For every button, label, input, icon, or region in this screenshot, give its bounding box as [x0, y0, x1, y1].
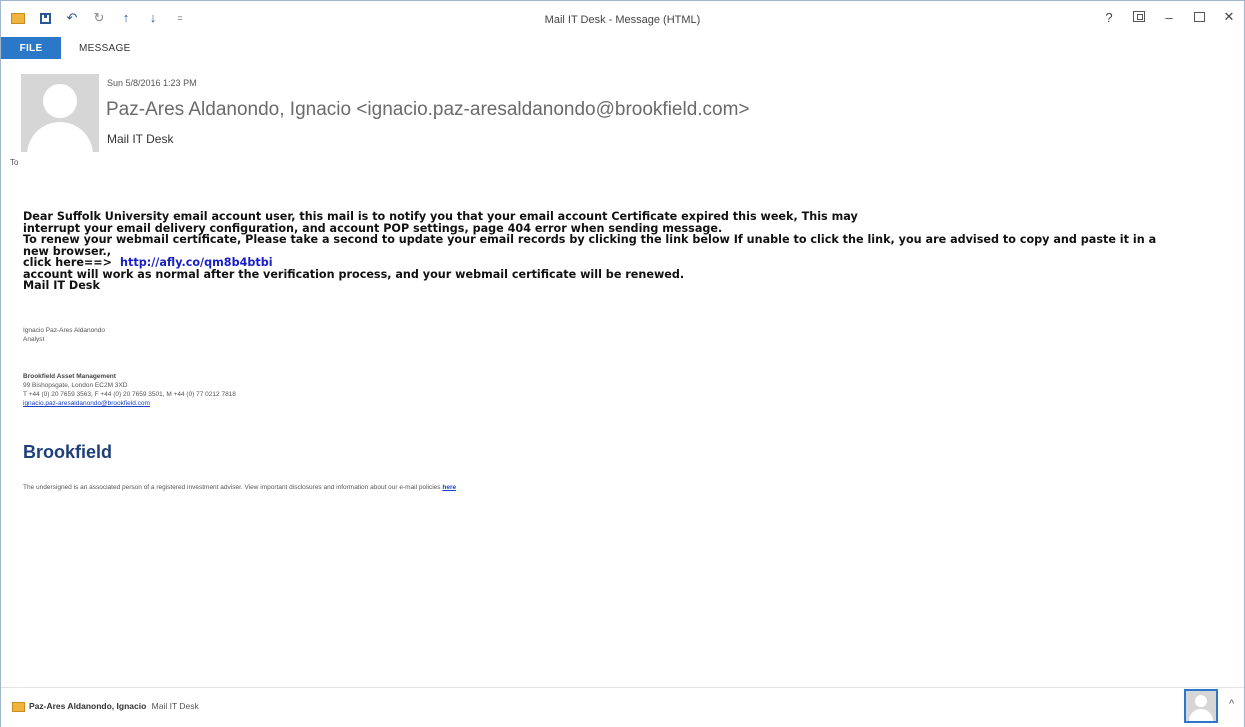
body-line: account will work as normal after the ve… [23, 267, 685, 281]
people-pane-subject: Mail IT Desk [151, 701, 199, 711]
signature-company: Brookfield Asset Management [23, 373, 116, 380]
window-controls: ? – ✕ [1102, 9, 1236, 25]
maximize-icon [1193, 11, 1205, 22]
signature-email-link[interactable]: ignacio.paz-aresaldanondo@brookfield.com [23, 400, 150, 407]
tab-file[interactable]: FILE [1, 37, 61, 59]
sender-avatar[interactable] [21, 74, 99, 152]
message-subject: Mail IT Desk [107, 132, 174, 146]
disclaimer-text: The undersigned is an associated person … [23, 484, 441, 491]
people-pane: Paz-Ares Aldanondo, Ignacio Mail IT Desk… [1, 687, 1244, 727]
disclaimer: The undersigned is an associated person … [23, 484, 456, 491]
people-pane-avatar[interactable] [1184, 689, 1218, 723]
brookfield-logo: Brookfield [23, 442, 113, 462]
signature-role: Analyst [23, 336, 45, 343]
title-bar: ↶ ↻ ↑ ↓ = Mail IT Desk - Message (HTML) … [1, 1, 1244, 37]
close-button[interactable]: ✕ [1222, 9, 1236, 25]
sent-date: Sun 5/8/2016 1:23 PM [107, 78, 197, 88]
to-label: To [10, 158, 19, 167]
maximize-button[interactable] [1192, 10, 1206, 25]
signature-name-block: Ignacio Paz-Ares Aldanondo Analyst [23, 326, 105, 344]
body-signoff: Mail IT Desk [23, 279, 100, 292]
tab-message[interactable]: MESSAGE [61, 37, 149, 59]
click-here-line: click here==> http://afly.co/qm8b4btbi [23, 257, 1223, 269]
signature-address: 99 Bishopsgate, London EC2M 3XD [23, 382, 128, 389]
sender-name[interactable]: Paz-Ares Aldanondo, Ignacio <ignacio.paz… [106, 99, 750, 121]
signature-company-block: Brookfield Asset Management 99 Bishopsga… [23, 372, 236, 408]
disclaimer-link[interactable]: here [442, 484, 456, 491]
people-pane-summary: Paz-Ares Aldanondo, Ignacio Mail IT Desk [29, 701, 199, 711]
signature-name: Ignacio Paz-Ares Aldanondo [23, 327, 106, 334]
mail-icon [12, 702, 25, 712]
ribbon-display-options-button[interactable] [1132, 10, 1146, 25]
help-button[interactable]: ? [1102, 10, 1116, 25]
signature-phones: T +44 (0) 20 7659 3563, F +44 (0) 20 765… [23, 391, 236, 398]
minimize-button[interactable]: – [1162, 10, 1176, 25]
body-line: To renew your webmail certificate, Pleas… [23, 233, 1157, 246]
ribbon-options-icon [1133, 10, 1145, 22]
body-line: Dear Suffolk University email account us… [23, 210, 858, 223]
window-title: Mail IT Desk - Message (HTML) [544, 14, 701, 26]
people-pane-name[interactable]: Paz-Ares Aldanondo, Ignacio [29, 701, 146, 711]
expand-people-pane-icon[interactable]: ^ [1229, 698, 1234, 710]
ribbon-tabs: FILE MESSAGE [1, 37, 149, 59]
message-body: Dear Suffolk University email account us… [23, 211, 1223, 292]
